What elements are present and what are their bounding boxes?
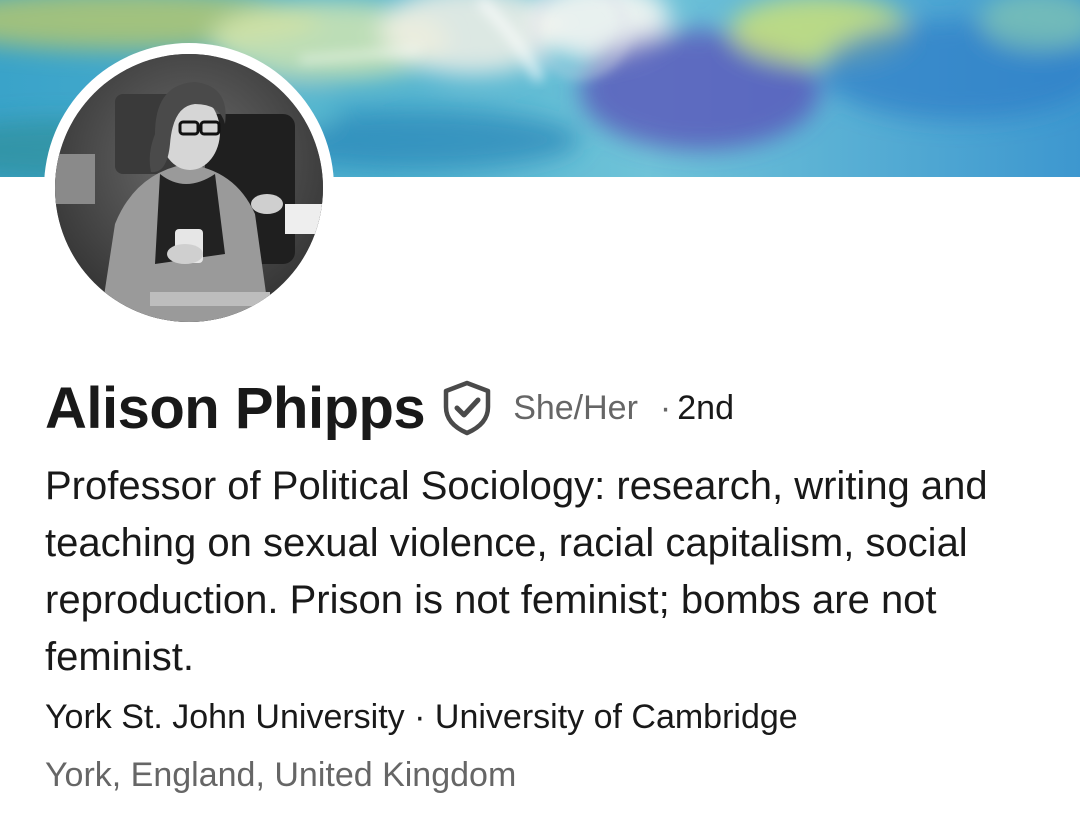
shield-check-icon[interactable] <box>441 380 493 436</box>
profile-location: York, England, United Kingdom <box>45 756 517 794</box>
profile-photo[interactable] <box>44 43 334 333</box>
connection-degree: · 2nd <box>660 389 734 428</box>
profile-organizations[interactable]: York St. John University · University of… <box>45 693 798 741</box>
connection-separator: · <box>659 388 672 427</box>
profile-headline: Professor of Political Sociology: resear… <box>45 464 988 679</box>
profile-name-row: Alison Phipps She/Her · 2nd <box>45 372 734 444</box>
connection-degree-value: 2nd <box>677 388 734 427</box>
avatar <box>55 54 323 322</box>
profile-name: Alison Phipps <box>45 375 426 441</box>
profile-page: Alison Phipps She/Her · 2nd Professor of … <box>0 0 1080 819</box>
pronouns-label: She/Her <box>513 388 638 427</box>
